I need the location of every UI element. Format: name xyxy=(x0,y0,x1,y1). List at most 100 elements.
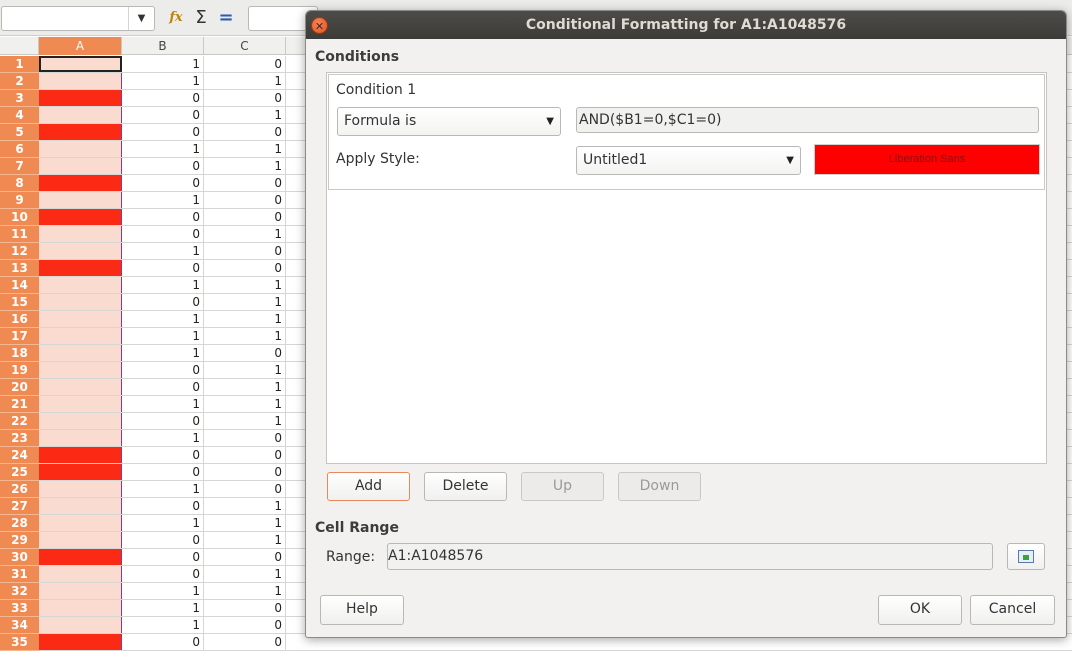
cell-c[interactable]: 1 xyxy=(204,583,286,599)
cell-b[interactable]: 1 xyxy=(122,277,204,293)
cell-a[interactable] xyxy=(39,209,122,225)
cell-c[interactable]: 1 xyxy=(204,532,286,548)
cell-c[interactable]: 0 xyxy=(204,617,286,633)
row-header[interactable]: 19 xyxy=(0,362,39,379)
cell-b[interactable]: 0 xyxy=(122,158,204,174)
cell-b[interactable]: 0 xyxy=(122,209,204,225)
cell-b[interactable]: 1 xyxy=(122,73,204,89)
cell-b[interactable]: 1 xyxy=(122,141,204,157)
row-header[interactable]: 23 xyxy=(0,430,39,447)
cell-b[interactable]: 1 xyxy=(122,345,204,361)
cell-a[interactable] xyxy=(39,396,122,412)
cell-a[interactable] xyxy=(39,600,122,616)
cell-c[interactable]: 1 xyxy=(204,362,286,378)
cell-b[interactable]: 0 xyxy=(122,413,204,429)
cell-b[interactable]: 0 xyxy=(122,260,204,276)
row-header[interactable]: 4 xyxy=(0,107,39,124)
row-header[interactable]: 8 xyxy=(0,175,39,192)
cell-c[interactable]: 1 xyxy=(204,379,286,395)
cell-b[interactable]: 1 xyxy=(122,243,204,259)
row-header[interactable]: 1 xyxy=(0,56,39,73)
cell-a[interactable] xyxy=(39,634,122,650)
row-header[interactable]: 22 xyxy=(0,413,39,430)
cell-b[interactable]: 1 xyxy=(122,192,204,208)
cell-c[interactable]: 0 xyxy=(204,56,286,72)
cell-b[interactable]: 0 xyxy=(122,175,204,191)
cell-c[interactable]: 1 xyxy=(204,566,286,582)
cell-c[interactable]: 1 xyxy=(204,158,286,174)
name-box[interactable]: ▼ xyxy=(1,6,155,31)
cell-a[interactable] xyxy=(39,430,122,446)
column-header-c[interactable]: C xyxy=(204,37,286,55)
row-header[interactable]: 32 xyxy=(0,583,39,600)
cell-b[interactable]: 1 xyxy=(122,600,204,616)
cell-c[interactable]: 1 xyxy=(204,311,286,327)
cell-a[interactable] xyxy=(39,107,122,123)
cell-b[interactable]: 0 xyxy=(122,532,204,548)
column-header-a[interactable]: A xyxy=(39,37,122,55)
row-header[interactable]: 11 xyxy=(0,226,39,243)
cell-a[interactable] xyxy=(39,464,122,480)
cell-a[interactable] xyxy=(39,345,122,361)
row-header[interactable]: 29 xyxy=(0,532,39,549)
cell-b[interactable]: 1 xyxy=(122,430,204,446)
cell-c[interactable]: 1 xyxy=(204,107,286,123)
row-header[interactable]: 34 xyxy=(0,617,39,634)
cell-b[interactable]: 0 xyxy=(122,447,204,463)
cell-a[interactable] xyxy=(39,175,122,191)
down-button[interactable]: Down xyxy=(618,472,701,501)
condition-formula-input[interactable]: AND($B1=0,$C1=0) xyxy=(576,107,1039,133)
cell-a[interactable] xyxy=(39,260,122,276)
row-header[interactable]: 3 xyxy=(0,90,39,107)
cell-b[interactable]: 0 xyxy=(122,566,204,582)
cell-c[interactable]: 0 xyxy=(204,345,286,361)
cell-c[interactable]: 0 xyxy=(204,260,286,276)
cell-a[interactable] xyxy=(39,617,122,633)
row-header[interactable]: 13 xyxy=(0,260,39,277)
row-header[interactable]: 31 xyxy=(0,566,39,583)
cell-c[interactable]: 0 xyxy=(204,192,286,208)
row-header[interactable]: 35 xyxy=(0,634,39,651)
cell-a[interactable] xyxy=(39,158,122,174)
cell-b[interactable]: 0 xyxy=(122,294,204,310)
cell-b[interactable]: 0 xyxy=(122,379,204,395)
cell-c[interactable]: 0 xyxy=(204,600,286,616)
cell-b[interactable]: 0 xyxy=(122,498,204,514)
cell-c[interactable]: 1 xyxy=(204,396,286,412)
cell-c[interactable]: 0 xyxy=(204,464,286,480)
range-input[interactable]: A1:A1048576 xyxy=(387,543,993,570)
cell-c[interactable]: 0 xyxy=(204,549,286,565)
row-header[interactable]: 16 xyxy=(0,311,39,328)
cell-b[interactable]: 0 xyxy=(122,464,204,480)
cell-c[interactable]: 0 xyxy=(204,243,286,259)
help-button[interactable]: Help xyxy=(320,595,404,625)
row-header[interactable]: 5 xyxy=(0,124,39,141)
cell-a[interactable] xyxy=(39,226,122,242)
up-button[interactable]: Up xyxy=(521,472,604,501)
row-header[interactable]: 10 xyxy=(0,209,39,226)
cell-b[interactable]: 1 xyxy=(122,328,204,344)
cell-b[interactable]: 0 xyxy=(122,90,204,106)
cell-a[interactable] xyxy=(39,498,122,514)
row-header[interactable]: 15 xyxy=(0,294,39,311)
dialog-titlebar[interactable]: ✕ Conditional Formatting for A1:A1048576 xyxy=(306,11,1066,39)
row-header[interactable]: 21 xyxy=(0,396,39,413)
row-header[interactable]: 18 xyxy=(0,345,39,362)
cell-a[interactable] xyxy=(39,294,122,310)
column-header-b[interactable]: B xyxy=(122,37,204,55)
cell-a[interactable] xyxy=(39,447,122,463)
equals-icon[interactable]: = xyxy=(216,8,236,28)
cell-c[interactable]: 1 xyxy=(204,277,286,293)
cell-c[interactable]: 0 xyxy=(204,124,286,140)
cell-c[interactable]: 0 xyxy=(204,447,286,463)
cell-c[interactable]: 1 xyxy=(204,226,286,242)
cell-a[interactable] xyxy=(39,328,122,344)
cell-a[interactable] xyxy=(39,311,122,327)
cell-c[interactable]: 1 xyxy=(204,73,286,89)
sum-icon[interactable]: Σ xyxy=(191,8,211,28)
cell-c[interactable]: 0 xyxy=(204,430,286,446)
cell-b[interactable]: 0 xyxy=(122,107,204,123)
cell-a[interactable] xyxy=(39,277,122,293)
chevron-down-icon[interactable]: ▼ xyxy=(128,7,154,30)
row-header[interactable]: 20 xyxy=(0,379,39,396)
